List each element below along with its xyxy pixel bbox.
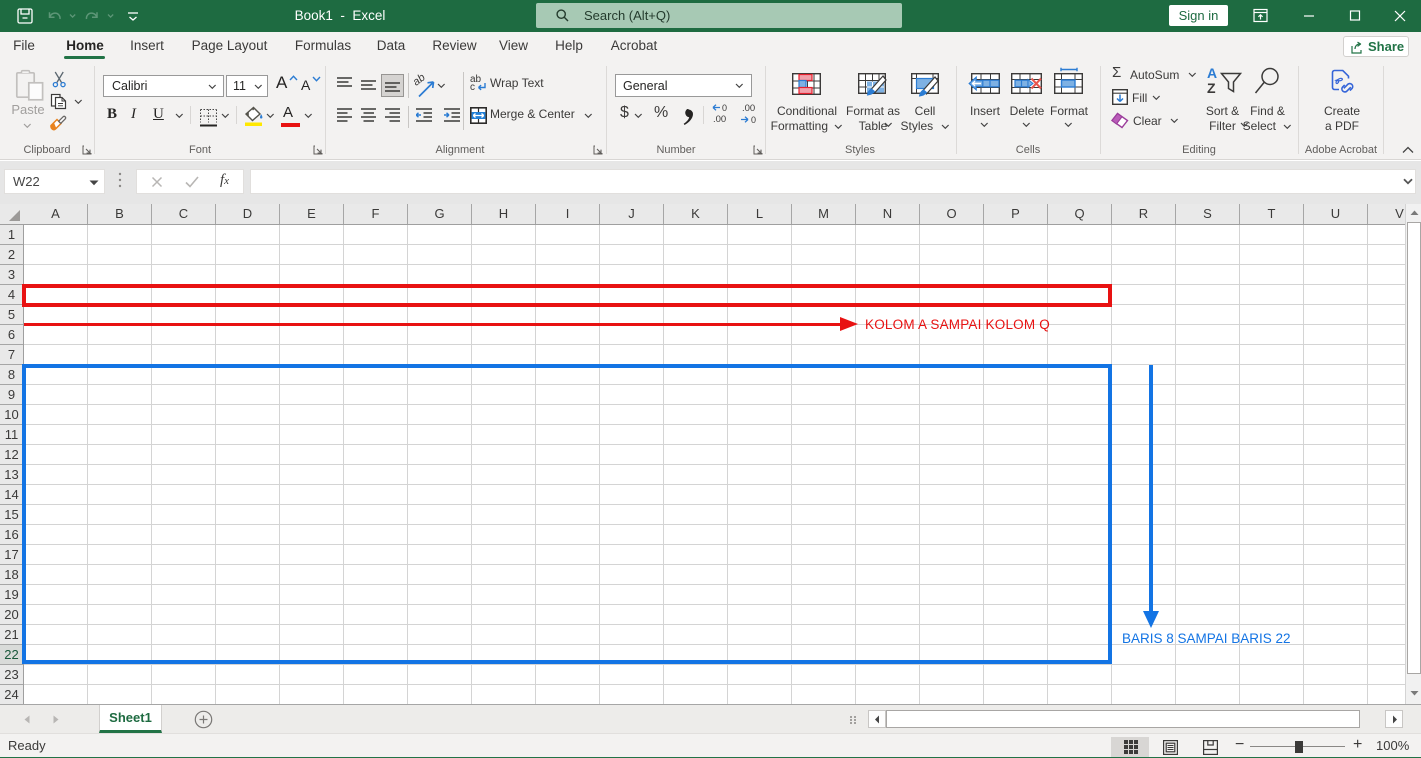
svg-text:.00: .00 [713, 114, 726, 125]
svg-text:0: 0 [751, 115, 756, 125]
svg-text:.00: .00 [742, 103, 755, 114]
svg-text:0: 0 [722, 103, 727, 113]
